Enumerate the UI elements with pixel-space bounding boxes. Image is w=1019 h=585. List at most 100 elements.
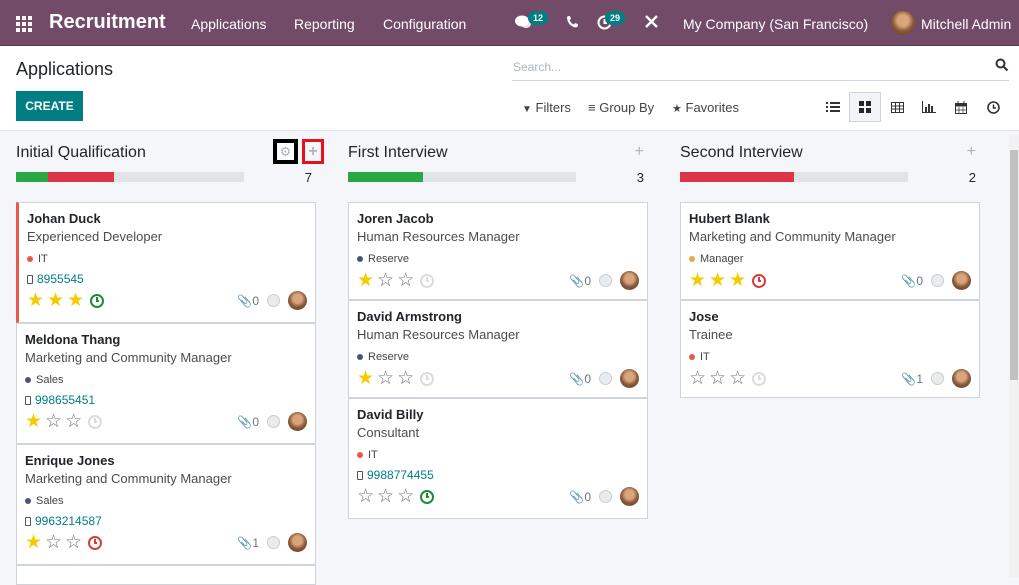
priority-star-icon[interactable]: ★ [357, 271, 374, 291]
attachments-value: 0 [584, 489, 591, 504]
applicant-card[interactable]: Jose Trainee IT ☆ ☆ ☆ 📎1 [680, 300, 980, 398]
activity-clock-icon[interactable] [420, 490, 435, 504]
phone[interactable]: 9963214587 [25, 511, 307, 531]
priority-star-icon[interactable]: ☆ [377, 369, 394, 389]
view-activity-button[interactable] [977, 92, 1009, 122]
priority-star-icon[interactable]: ☆ [65, 412, 82, 432]
groupby-button[interactable]: ≡ Group By [588, 100, 654, 115]
priority-star-icon[interactable]: ☆ [377, 271, 394, 291]
phone-button[interactable] [566, 15, 578, 32]
priority-star-icon[interactable]: ☆ [357, 487, 374, 507]
priority-star-icon[interactable]: ☆ [397, 271, 414, 291]
plus-icon[interactable]: + [967, 143, 976, 161]
activity-clock-icon[interactable] [88, 536, 103, 550]
priority-star-icon[interactable]: ★ [27, 291, 44, 311]
kanban-state-indicator[interactable] [267, 415, 280, 428]
applicant-card[interactable] [16, 565, 316, 585]
priority-star-icon[interactable]: ☆ [397, 369, 414, 389]
column-quick-create-button[interactable]: + [302, 139, 324, 164]
column-progress-bar[interactable] [16, 172, 244, 182]
menu-configuration[interactable]: Configuration [383, 16, 466, 32]
priority-star-icon[interactable]: ☆ [709, 369, 726, 389]
card-footer: ★ ☆ ☆ 📎0 [25, 410, 307, 434]
activity-clock-icon[interactable] [88, 415, 103, 429]
debug-button[interactable] [645, 15, 658, 32]
priority-star-icon[interactable]: ★ [689, 271, 706, 291]
filters-button[interactable]: ▼ Filters [522, 100, 571, 115]
attachments-value: 0 [916, 273, 923, 288]
search-icon[interactable] [995, 58, 1009, 72]
applicant-card[interactable]: Enrique Jones Marketing and Community Ma… [16, 444, 316, 565]
priority-star-icon[interactable]: ★ [47, 291, 64, 311]
favorites-button[interactable]: ★ Favorites [672, 100, 739, 115]
view-calendar-button[interactable] [945, 92, 977, 122]
app-name[interactable]: Recruitment [49, 11, 166, 34]
tag-color-dot [689, 256, 695, 262]
progress-overdue[interactable] [680, 172, 794, 182]
column-progress-bar[interactable] [348, 172, 576, 182]
user-menu[interactable]: Mitchell Admin [921, 16, 1011, 32]
apps-menu-icon[interactable] [16, 16, 32, 32]
activity-clock-icon[interactable] [420, 372, 435, 386]
view-kanban-button[interactable] [849, 92, 881, 122]
job-position: Marketing and Community Manager [25, 350, 232, 365]
kanban-state-indicator[interactable] [931, 274, 944, 287]
phone[interactable]: 9988774455 [357, 465, 639, 485]
applicant-card[interactable]: Johan Duck Experienced Developer IT 89555… [16, 202, 316, 323]
priority-star-icon[interactable]: ★ [729, 271, 746, 291]
company-switcher[interactable]: My Company (San Francisco) [683, 16, 868, 32]
search-input[interactable]: Search... [512, 54, 1009, 81]
priority-star-icon[interactable]: ☆ [689, 369, 706, 389]
applicant-card[interactable]: Meldona Thang Marketing and Community Ma… [16, 323, 316, 444]
column-settings-button[interactable]: ⚙ [273, 139, 298, 164]
scrollbar-thumb[interactable] [1010, 150, 1018, 380]
priority-star-icon[interactable]: ☆ [377, 487, 394, 507]
menu-applications[interactable]: Applications [191, 16, 267, 32]
progress-planned[interactable] [348, 172, 424, 182]
kanban-state-indicator[interactable] [267, 294, 280, 307]
priority-star-icon[interactable]: ★ [25, 412, 42, 432]
view-graph-button[interactable] [913, 92, 945, 122]
activity-clock-icon[interactable] [752, 372, 767, 386]
applicant-card[interactable]: Joren Jacob Human Resources Manager Rese… [348, 202, 648, 300]
priority-star-icon[interactable]: ☆ [729, 369, 746, 389]
plus-icon[interactable]: + [635, 143, 644, 161]
phone-number: 9963214587 [35, 514, 102, 528]
card-footer: ★ ☆ ☆ 📎1 [25, 531, 307, 555]
applicant-card[interactable]: David Armstrong Human Resources Manager … [348, 300, 648, 398]
kanban-state-indicator[interactable] [599, 490, 612, 503]
activity-clock-icon[interactable] [90, 294, 105, 308]
priority-star-icon[interactable]: ☆ [397, 487, 414, 507]
create-button[interactable]: CREATE [16, 91, 83, 121]
view-pivot-button[interactable] [881, 92, 913, 122]
kanban-state-indicator[interactable] [599, 274, 612, 287]
applicant-card[interactable]: David Billy Consultant IT 9988774455 ☆ ☆ ☆ 📎0 [348, 398, 648, 519]
kanban-state-indicator[interactable] [931, 372, 944, 385]
progress-planned[interactable] [16, 172, 48, 182]
progress-overdue[interactable] [47, 172, 115, 182]
applicant-name: Johan Duck [27, 211, 101, 226]
view-list-button[interactable] [817, 92, 849, 122]
column-progress-bar[interactable] [680, 172, 908, 182]
kanban-state-indicator[interactable] [599, 372, 612, 385]
kanban-state-indicator[interactable] [267, 536, 280, 549]
user-avatar[interactable] [891, 11, 915, 35]
activity-clock-icon[interactable] [752, 274, 767, 288]
tag-label: IT [700, 351, 710, 363]
priority-star-icon[interactable]: ★ [709, 271, 726, 291]
paperclip-icon: 📎 [569, 273, 585, 288]
priority-star-icon[interactable]: ★ [25, 533, 42, 553]
phone[interactable]: 8955545 [27, 269, 307, 289]
priority-star-icon[interactable]: ☆ [45, 533, 62, 553]
priority-star-icon[interactable]: ★ [357, 369, 374, 389]
activity-clock-icon[interactable] [420, 274, 435, 288]
priority-star-icon[interactable]: ☆ [45, 412, 62, 432]
job-position: Marketing and Community Manager [689, 229, 896, 244]
menu-reporting[interactable]: Reporting [294, 16, 355, 32]
priority-star-icon[interactable]: ★ [67, 291, 84, 311]
scrollbar[interactable] [1009, 135, 1019, 578]
applicant-card[interactable]: Hubert Blank Marketing and Community Man… [680, 202, 980, 300]
phone[interactable]: 998655451 [25, 390, 307, 410]
paperclip-icon: 📎 [237, 535, 253, 550]
priority-star-icon[interactable]: ☆ [65, 533, 82, 553]
